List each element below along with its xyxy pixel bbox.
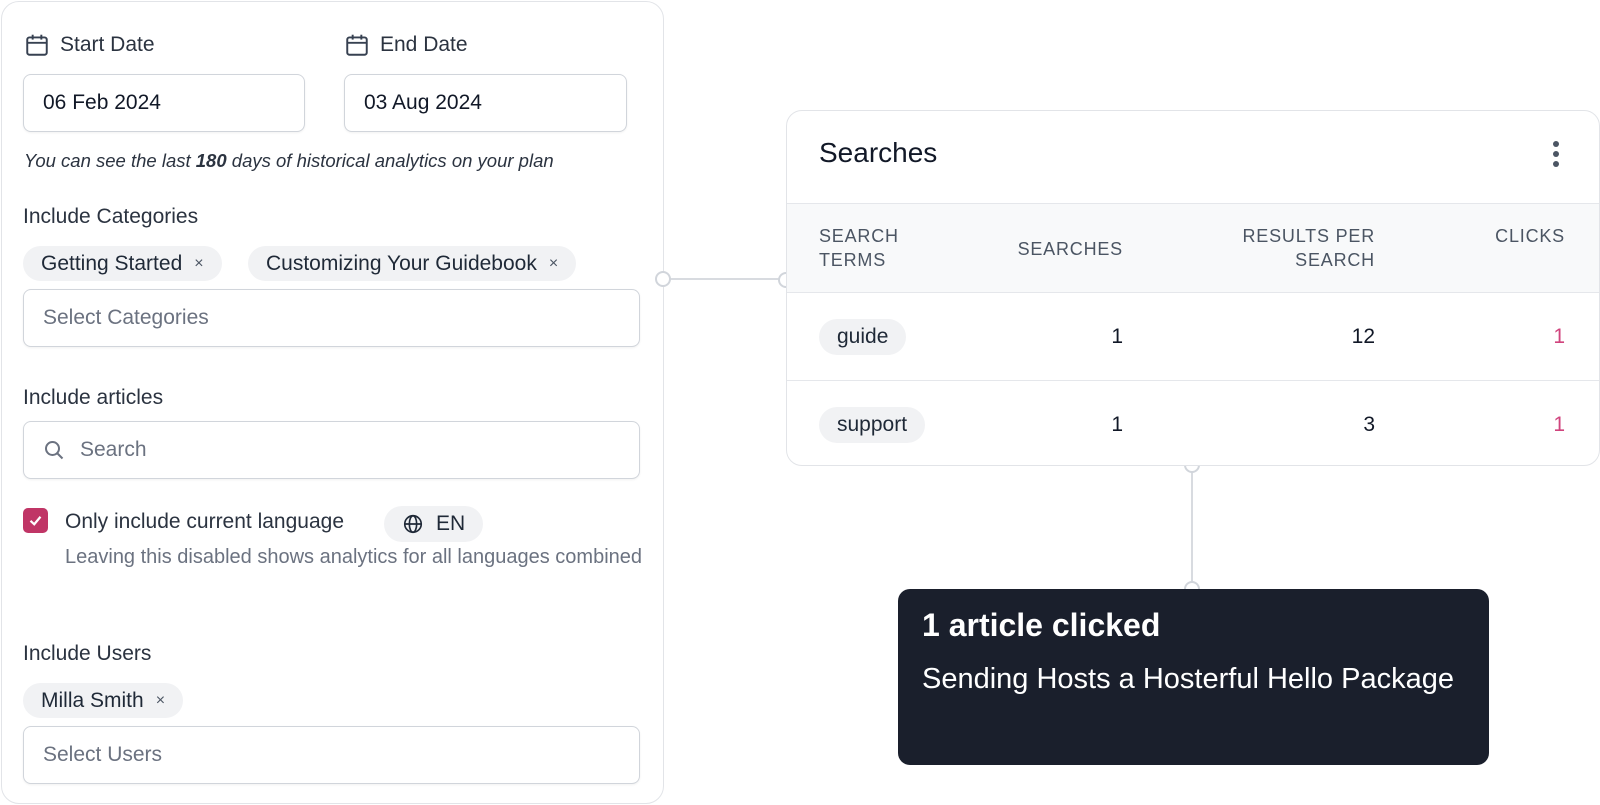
articles-label: Include articles	[23, 386, 164, 409]
table-header: SEARCH TERMS SEARCHES RESULTS PER SEARCH…	[787, 203, 1599, 293]
calendar-icon	[26, 34, 48, 56]
search-term-chip: guide	[819, 319, 907, 355]
category-chip: Customizing Your Guidebook ×	[248, 246, 577, 281]
start-date-input[interactable]: 06 Feb 2024	[23, 74, 305, 132]
category-chip: Getting Started ×	[23, 246, 222, 281]
check-icon	[29, 516, 42, 526]
results-per-search-value: 3	[1363, 413, 1375, 436]
categories-select[interactable]: Select Categories	[23, 289, 640, 347]
connector-line	[1191, 466, 1193, 588]
user-chip: Milla Smith ×	[23, 683, 184, 718]
history-days: 180	[195, 150, 227, 171]
end-date-value: 03 Aug 2024	[364, 91, 482, 114]
language-pill: EN	[384, 506, 484, 542]
column-header-search-terms: SEARCH TERMS	[819, 226, 899, 270]
close-icon[interactable]: ×	[156, 692, 165, 710]
current-language-label: Only include current language	[65, 510, 345, 533]
clicks-tooltip: 1 article clicked Sending Hosts a Hoster…	[898, 589, 1489, 765]
language-code: EN	[436, 512, 466, 535]
clicks-value[interactable]: 1	[1553, 325, 1565, 349]
close-icon[interactable]: ×	[549, 255, 558, 273]
column-header-results-per-search: RESULTS PER SEARCH	[1242, 226, 1375, 270]
connector-line	[663, 278, 786, 280]
end-date-input[interactable]: 03 Aug 2024	[344, 74, 627, 132]
articles-search-input[interactable]: Search	[23, 421, 640, 479]
tooltip-title: 1 article clicked	[922, 607, 1161, 643]
calendar-icon	[346, 34, 368, 56]
searches-card: Searches SEARCH TERMS SEARCHES RESULTS P…	[786, 110, 1600, 466]
history-hint: You can see the last 180 days of histori…	[24, 150, 554, 171]
end-date-label-text: End Date	[380, 33, 468, 56]
clicks-value[interactable]: 1	[1553, 413, 1565, 437]
start-date-value: 06 Feb 2024	[43, 91, 161, 114]
user-chip-label: Milla Smith	[41, 688, 144, 712]
category-chip-label: Getting Started	[41, 251, 183, 275]
globe-icon	[403, 514, 423, 534]
search-icon	[45, 441, 64, 460]
searches-value: 1	[1111, 325, 1123, 348]
table-row: support 1 3 1	[787, 381, 1599, 465]
category-chip-label: Customizing Your Guidebook	[266, 251, 537, 275]
column-header-clicks: CLICKS	[1495, 226, 1565, 246]
start-date-label-text: Start Date	[60, 33, 155, 56]
users-select[interactable]: Select Users	[23, 726, 640, 784]
tooltip-article-link[interactable]: Sending Hosts a Hosterful Hello Package	[922, 657, 1465, 701]
results-per-search-value: 12	[1351, 325, 1375, 348]
start-date-label: Start Date	[24, 32, 155, 58]
filters-panel: Start Date 06 Feb 2024 End Date 03 Aug 2…	[1, 1, 664, 804]
articles-search-placeholder: Search	[80, 438, 147, 461]
end-date-label: End Date	[344, 32, 468, 58]
categories-placeholder: Select Categories	[43, 306, 209, 329]
table-row: guide 1 12 1	[787, 293, 1599, 381]
connector-dot	[655, 271, 671, 287]
searches-value: 1	[1111, 413, 1123, 436]
users-label: Include Users	[23, 642, 152, 665]
search-term-chip: support	[819, 407, 926, 443]
language-helper-text: Leaving this disabled shows analytics fo…	[65, 546, 643, 568]
close-icon[interactable]: ×	[194, 255, 203, 273]
searches-card-title: Searches	[819, 137, 938, 168]
more-vertical-icon[interactable]	[1553, 141, 1559, 167]
column-header-searches: SEARCHES	[1017, 239, 1123, 259]
current-language-checkbox[interactable]	[23, 508, 48, 533]
categories-label: Include Categories	[23, 205, 199, 228]
users-placeholder: Select Users	[43, 743, 163, 766]
